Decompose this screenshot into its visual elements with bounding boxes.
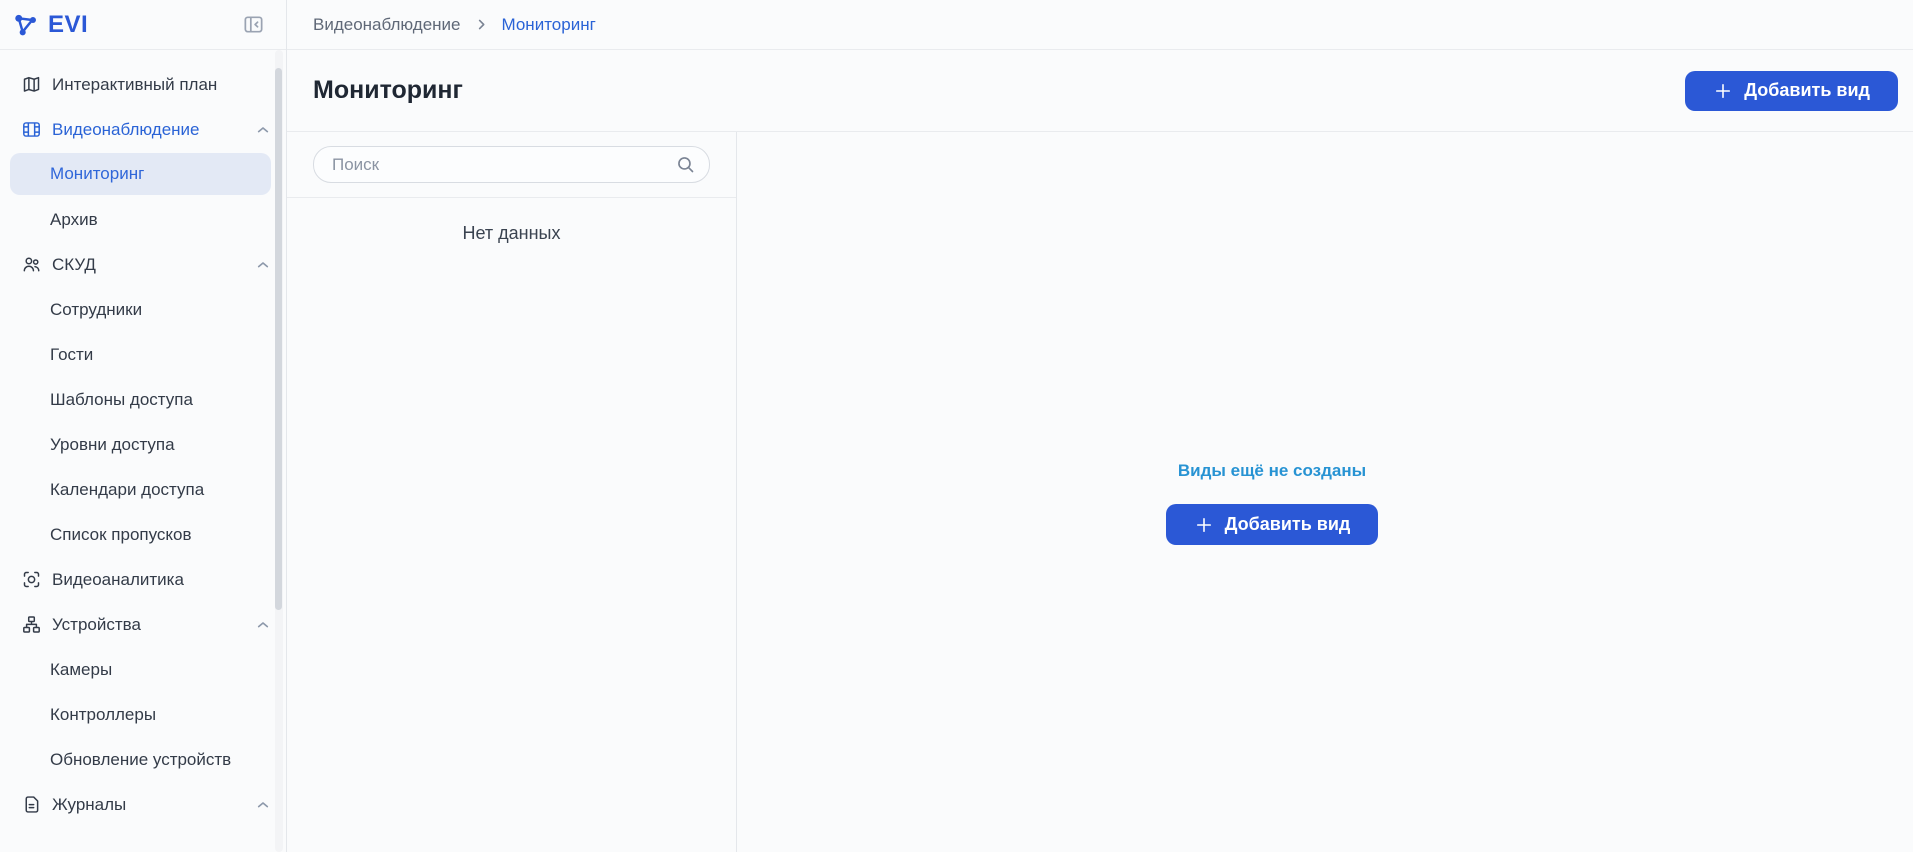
- plus-icon: [1194, 515, 1214, 535]
- sidebar-nav: Интерактивный план Видеонаблюдение Монит…: [0, 50, 286, 852]
- chevron-up-icon[interactable]: [255, 257, 271, 273]
- sidebar-item-access-templates[interactable]: Шаблоны доступа: [0, 377, 286, 422]
- sidebar-item-label: Мониторинг: [50, 164, 145, 183]
- sidebar-item-label: Гости: [50, 344, 94, 364]
- sidebar-header: EVI: [0, 0, 286, 50]
- users-icon: [20, 254, 42, 276]
- sidebar-item-label: Журналы: [52, 794, 127, 814]
- sidebar-item-pass-list[interactable]: Список пропусков: [0, 512, 286, 557]
- sidebar-item-label: Интерактивный план: [52, 74, 218, 94]
- sidebar-item-label: Видеонаблюдение: [52, 119, 200, 139]
- chevron-right-icon: [474, 17, 489, 32]
- sidebar-item-label: Обновление устройств: [50, 749, 232, 769]
- page-header: Мониторинг Добавить вид: [287, 50, 1913, 132]
- video-wall-icon: [20, 119, 42, 141]
- chevron-up-icon[interactable]: [255, 797, 271, 813]
- empty-state-message: Виды ещё не созданы: [1177, 461, 1367, 480]
- map-icon: [20, 74, 42, 96]
- workspace: Нет данных Виды ещё не созданы Добавить …: [287, 132, 1913, 852]
- views-list-panel: Нет данных: [287, 132, 737, 852]
- sidebar-item-device-updates[interactable]: Обновление устройств: [0, 737, 286, 782]
- breadcrumb-item-video-surveillance[interactable]: Видеонаблюдение: [313, 15, 461, 35]
- sidebar-item-label: Календари доступа: [50, 479, 205, 499]
- sidebar-item-label: Список пропусков: [50, 524, 192, 544]
- content-area: Видеонаблюдение Мониторинг Мониторинг До…: [287, 0, 1913, 852]
- sidebar-item-logs[interactable]: Журналы: [0, 782, 286, 827]
- breadcrumb-item-monitoring[interactable]: Мониторинг: [502, 15, 596, 35]
- sidebar-item-cameras[interactable]: Камеры: [0, 647, 286, 692]
- breadcrumb: Видеонаблюдение Мониторинг: [287, 0, 1913, 50]
- chevron-up-icon[interactable]: [255, 617, 271, 633]
- page-title: Мониторинг: [313, 76, 463, 104]
- molecule-icon: [12, 11, 39, 38]
- app-root: EVI Интерактивный план Видеонаблюдение М…: [0, 0, 1913, 852]
- sidebar-item-acs[interactable]: СКУД: [0, 242, 286, 287]
- sidebar-item-label: СКУД: [52, 254, 96, 274]
- sidebar-item-access-calendars[interactable]: Календари доступа: [0, 467, 286, 512]
- add-view-button-label: Добавить вид: [1744, 80, 1870, 100]
- hierarchy-icon: [20, 614, 42, 636]
- sidebar-item-label: Видеоаналитика: [52, 569, 184, 589]
- sidebar-item-label: Сотрудники: [50, 299, 143, 319]
- sidebar-item-monitoring[interactable]: Мониторинг: [10, 153, 271, 195]
- sidebar-item-label: Уровни доступа: [50, 434, 175, 454]
- sidebar-item-archive[interactable]: Архив: [0, 197, 286, 242]
- sidebar-item-employees[interactable]: Сотрудники: [0, 287, 286, 332]
- logo-text: EVI: [48, 10, 89, 38]
- add-view-button-label: Добавить вид: [1224, 514, 1351, 534]
- chevron-up-icon[interactable]: [255, 122, 271, 138]
- sidebar-item-label: Контроллеры: [50, 704, 157, 724]
- sidebar-item-label: Камеры: [50, 659, 113, 679]
- sidebar-item-interactive-plan[interactable]: Интерактивный план: [0, 62, 286, 107]
- empty-state: Виды ещё не созданы Добавить вид: [1165, 461, 1379, 545]
- sidebar: EVI Интерактивный план Видеонаблюдение М…: [0, 0, 287, 852]
- add-view-button[interactable]: Добавить вид: [1685, 70, 1898, 111]
- list-empty-text: Нет данных: [462, 223, 561, 243]
- search-bar: [287, 132, 736, 198]
- app-logo[interactable]: EVI: [12, 11, 88, 39]
- panel-collapse-icon[interactable]: [240, 12, 266, 38]
- sidebar-item-controllers[interactable]: Контроллеры: [0, 692, 286, 737]
- views-list: Нет данных: [287, 198, 736, 852]
- sidebar-item-label: Архив: [50, 209, 98, 229]
- add-view-button-empty-state[interactable]: Добавить вид: [1165, 504, 1379, 545]
- sidebar-item-video-surveillance[interactable]: Видеонаблюдение: [0, 107, 286, 152]
- plus-icon: [1713, 81, 1733, 101]
- sidebar-scrollbar[interactable]: [275, 50, 283, 852]
- document-icon: [20, 794, 42, 816]
- scan-focus-icon: [20, 569, 42, 591]
- sidebar-item-video-analytics[interactable]: Видеоаналитика: [0, 557, 286, 602]
- sidebar-scrollbar-thumb[interactable]: [275, 68, 282, 610]
- sidebar-item-guests[interactable]: Гости: [0, 332, 286, 377]
- sidebar-item-access-levels[interactable]: Уровни доступа: [0, 422, 286, 467]
- search-input[interactable]: [313, 146, 710, 183]
- sidebar-item-label: Шаблоны доступа: [50, 389, 193, 409]
- sidebar-item-devices[interactable]: Устройства: [0, 602, 286, 647]
- sidebar-item-label: Устройства: [52, 614, 141, 634]
- monitoring-canvas: Виды ещё не созданы Добавить вид: [737, 132, 1913, 852]
